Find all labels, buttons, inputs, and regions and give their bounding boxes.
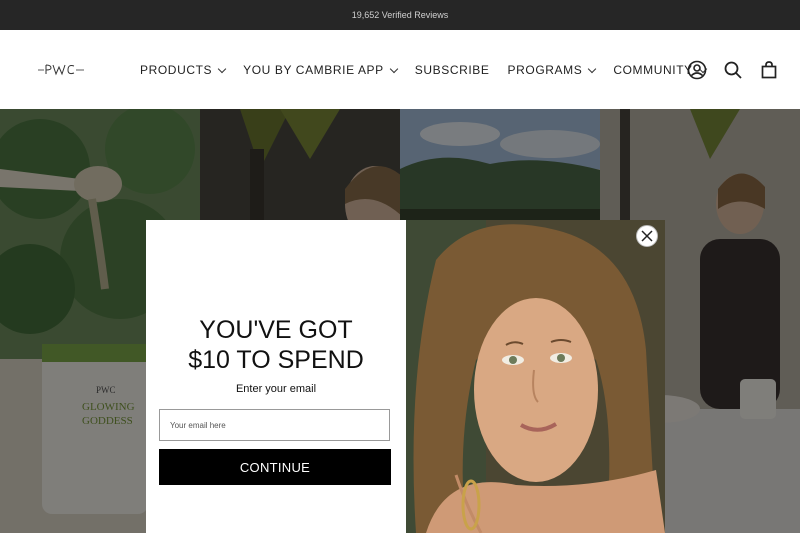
nav-products-label: PRODUCTS <box>140 63 213 77</box>
discount-popup: YOU'VE GOT $10 TO SPEND Enter your email… <box>146 220 665 533</box>
header-icons <box>686 59 794 81</box>
close-popup-button[interactable] <box>636 225 658 247</box>
account-icon[interactable] <box>686 59 708 81</box>
popup-subtext: Enter your email <box>235 383 317 395</box>
continue-button[interactable]: CONTINUE <box>159 449 391 485</box>
brand-logo[interactable] <box>38 61 84 77</box>
search-icon[interactable] <box>722 59 744 81</box>
nav-subscribe-label: SUBSCRIBE <box>414 63 490 77</box>
nav-community-label: COMMUNITY <box>613 63 693 77</box>
nav-programs-label: PROGRAMS <box>507 63 583 77</box>
nav-products[interactable]: PRODUCTS <box>140 63 227 77</box>
chevron-down-icon <box>217 64 227 73</box>
nav-app-label: YOU BY CAMBRIE APP <box>243 63 384 77</box>
popup-headline: YOU'VE GOT $10 TO SPEND <box>146 315 406 375</box>
nav-app[interactable]: YOU BY CAMBRIE APP <box>243 63 399 77</box>
announcement-text[interactable]: 19,652 Verified Reviews <box>352 10 449 20</box>
nav-subscribe[interactable]: SUBSCRIBE <box>415 63 490 77</box>
chevron-down-icon <box>389 64 399 73</box>
chevron-down-icon <box>588 64 597 73</box>
site-header: PRODUCTS YOU BY CAMBRIE APP SUBSCRIBE PR… <box>0 30 800 109</box>
nav-programs[interactable]: PROGRAMS <box>507 63 597 77</box>
cart-icon[interactable] <box>758 59 780 81</box>
popup-headline-line1: YOU'VE GOT <box>199 316 353 344</box>
announcement-bar: 19,652 Verified Reviews <box>0 0 800 30</box>
email-input[interactable] <box>159 409 390 441</box>
popup-image <box>406 220 665 533</box>
popup-headline-line2: $10 TO SPEND <box>188 346 364 374</box>
popup-form-panel: YOU'VE GOT $10 TO SPEND Enter your email… <box>146 220 406 533</box>
main-nav: PRODUCTS YOU BY CAMBRIE APP SUBSCRIBE PR… <box>140 63 724 77</box>
close-icon <box>641 230 653 242</box>
